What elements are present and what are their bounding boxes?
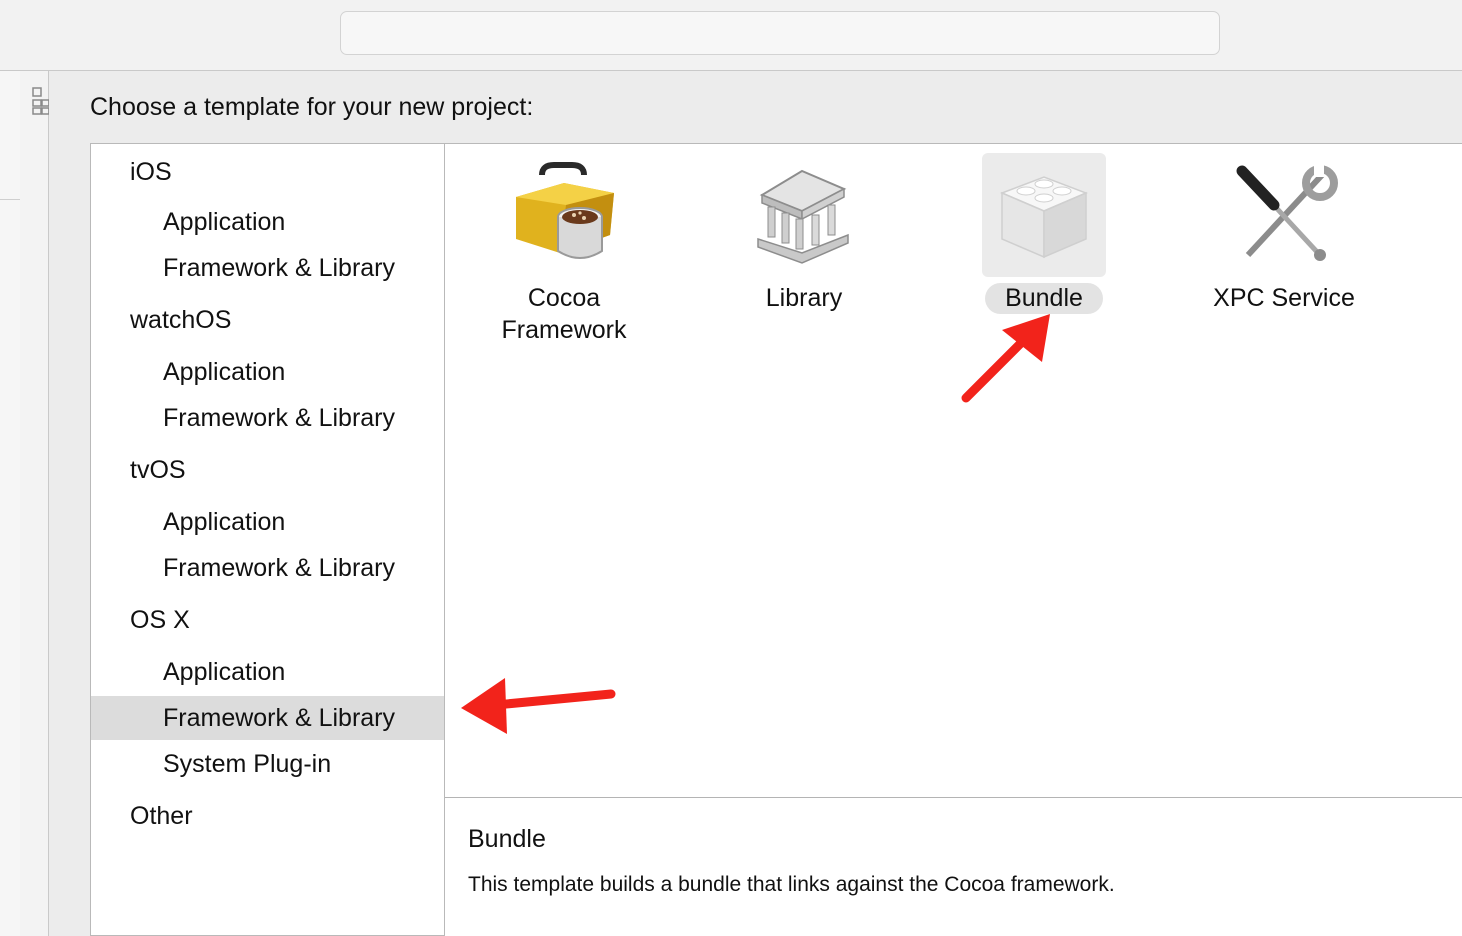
template-label-line1: XPC Service xyxy=(1213,284,1355,312)
template-description-panel: Bundle This template builds a bundle tha… xyxy=(445,797,1462,936)
sidebar-item-watchos-framework-library[interactable]: Framework & Library xyxy=(91,396,444,440)
sidebar-item-tvos-application[interactable]: Application xyxy=(91,500,444,544)
sidebar-item-watchos-application[interactable]: Application xyxy=(91,350,444,394)
sidebar-item-label: tvOS xyxy=(130,456,186,484)
sidebar-item-label: Application xyxy=(163,658,286,686)
template-cocoa-framework[interactable]: Cocoa Framework xyxy=(464,144,664,384)
template-library[interactable]: Library xyxy=(704,144,904,384)
page-title: Choose a template for your new project: xyxy=(90,93,534,121)
template-label: XPC Service xyxy=(1184,282,1384,314)
bundle-lego-icon xyxy=(1000,176,1088,259)
left-edge-panel xyxy=(0,71,21,936)
template-xpc-service[interactable]: XPC Service xyxy=(1184,144,1384,384)
sidebar-item-label: Framework & Library xyxy=(163,554,395,582)
sidebar-category-watchos[interactable]: watchOS xyxy=(91,298,444,342)
sidebar-item-label: Application xyxy=(163,208,286,236)
xpc-tools-icon xyxy=(1236,163,1338,261)
template-label-line1: Library xyxy=(765,284,843,312)
sidebar-item-label: Application xyxy=(163,508,286,536)
left-editor-gutter xyxy=(20,71,49,936)
activity-field[interactable] xyxy=(340,11,1220,55)
sidebar-item-tvos-framework-library[interactable]: Framework & Library xyxy=(91,546,444,590)
sidebar-item-osx-system-plugin[interactable]: System Plug-in xyxy=(91,742,444,786)
template-label: Library xyxy=(704,282,904,314)
sidebar-item-ios-application[interactable]: Application xyxy=(91,200,444,244)
cocoa-toolbox-icon xyxy=(516,162,614,259)
sidebar-category-osx[interactable]: OS X xyxy=(91,598,444,642)
iconbox xyxy=(1222,153,1346,277)
description-text: This template builds a bundle that links… xyxy=(468,873,1115,896)
annotation-arrow-to-sidebar-selection xyxy=(461,678,616,734)
sidebar-item-label: Framework & Library xyxy=(163,404,395,432)
platform-sidebar: iOS Application Framework & Library watc… xyxy=(90,143,445,936)
sidebar-category-tvos[interactable]: tvOS xyxy=(91,448,444,492)
description-title: Bundle xyxy=(468,825,546,853)
template-label-line2: Framework xyxy=(501,316,627,344)
sidebar-category-other[interactable]: Other xyxy=(91,794,444,838)
template-label-line1: Cocoa xyxy=(527,284,601,312)
sidebar-item-label: Other xyxy=(130,802,193,830)
sidebar-item-label: OS X xyxy=(130,606,190,634)
library-building-icon xyxy=(757,169,849,264)
sidebar-item-label: Framework & Library xyxy=(163,704,395,732)
related-items-icon[interactable] xyxy=(32,86,50,116)
sidebar-item-label: Framework & Library xyxy=(163,254,395,282)
sidebar-item-ios-framework-library[interactable]: Framework & Library xyxy=(91,246,444,290)
iconbox xyxy=(982,153,1106,277)
iconbox xyxy=(502,153,626,277)
toolbar xyxy=(0,0,1462,71)
sidebar-item-osx-framework-library[interactable]: Framework & Library xyxy=(91,696,444,740)
iconbox xyxy=(742,153,866,277)
sidebar-item-osx-application[interactable]: Application xyxy=(91,650,444,694)
sidebar-category-ios[interactable]: iOS xyxy=(91,150,444,194)
template-label: Cocoa Framework xyxy=(464,282,664,346)
sidebar-item-label: watchOS xyxy=(130,306,232,334)
divider xyxy=(0,199,20,200)
annotation-arrow-to-bundle xyxy=(961,314,1050,403)
sidebar-item-label: System Plug-in xyxy=(163,750,332,778)
sidebar-item-label: iOS xyxy=(130,158,172,186)
sidebar-item-label: Application xyxy=(163,358,286,386)
